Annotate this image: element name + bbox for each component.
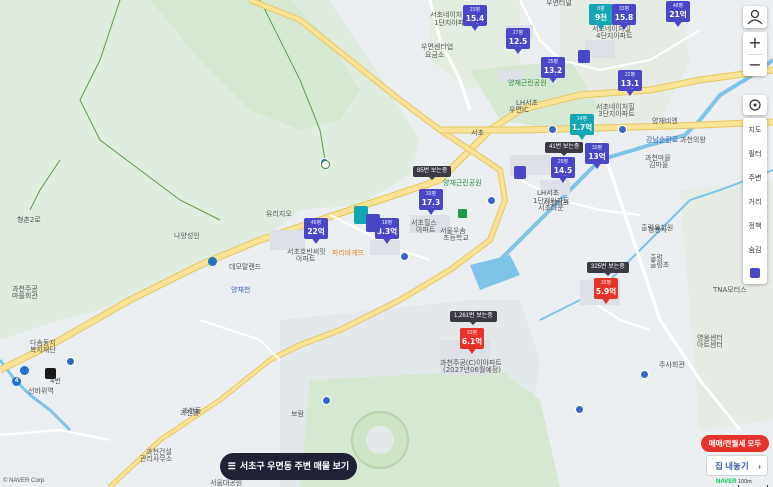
- place-label: 양재근린공원: [443, 179, 482, 187]
- place-label: 데모랄랜드: [229, 263, 262, 271]
- bus-stop-icon[interactable]: [618, 125, 627, 134]
- zoom-out-button[interactable]: −: [743, 54, 767, 76]
- school-icon[interactable]: [458, 209, 467, 218]
- listing-marker[interactable]: 23평 15.4억: [463, 5, 487, 32]
- listing-marker[interactable]: 33평 17.3억: [419, 189, 443, 216]
- station-label: 선바위역: [28, 387, 54, 395]
- viewer-count-tag: 85번 보는중: [413, 166, 452, 180]
- zoom-controls: + −: [743, 32, 767, 76]
- place-label: 보람: [291, 410, 304, 418]
- naver-logo: NAVER: [716, 479, 737, 485]
- viewer-count-tag: 41번 보는중: [545, 142, 584, 156]
- station-exit-label: 4번: [50, 377, 61, 385]
- profile-button[interactable]: [743, 6, 767, 28]
- place-label: TNA모터스: [713, 286, 747, 294]
- place-label: 서초타운: [538, 204, 564, 212]
- layer-hide-button[interactable]: 숨김: [743, 242, 767, 258]
- marker-legend-icon[interactable]: [750, 268, 760, 278]
- road-label: 강남순환로: [646, 136, 679, 144]
- place-label: 4단지아파트: [596, 32, 633, 40]
- viewer-count-tag: 325번 보는중: [587, 262, 629, 276]
- list-icon: ☰: [227, 461, 236, 471]
- place-label: 김마을: [649, 161, 669, 169]
- station-exit-icon[interactable]: [45, 368, 56, 379]
- listing-marker[interactable]: 27평 12.5억: [506, 28, 530, 55]
- place-label: 출렁유치원: [641, 224, 674, 232]
- listing-marker[interactable]: 33평 13억: [585, 143, 609, 170]
- layer-panel: 지도 필터 주변 거리 정책 숨김: [743, 118, 767, 284]
- place-label: 유리지오: [266, 210, 292, 218]
- listing-marker[interactable]: 25평 13.2억: [541, 57, 565, 84]
- place-label: 마을회관: [12, 292, 38, 300]
- road-label: 서초: [471, 129, 484, 137]
- place-label: 우면IC: [509, 106, 529, 114]
- layer-map-button[interactable]: 지도: [743, 122, 767, 138]
- listing-marker[interactable]: 8평 9천: [589, 4, 613, 31]
- road-label: 형촌2로: [17, 216, 41, 224]
- road-label: 과천의왕: [680, 136, 706, 144]
- place-label: 복지재단: [30, 346, 56, 354]
- listing-marker[interactable]: 29평 14.5억: [551, 157, 575, 184]
- place-label: 서울대공원: [210, 479, 243, 487]
- subway-station-icon[interactable]: 4: [12, 377, 21, 386]
- place-label: 아트센터: [697, 341, 723, 349]
- search-this-area-button[interactable]: ☰ 서초구 우면동 주변 매물 보기: [220, 453, 357, 480]
- subway-station-icon[interactable]: [20, 366, 29, 375]
- bus-stop-icon[interactable]: [575, 405, 584, 414]
- viewer-count-tag: 1,261번 보는중: [450, 311, 497, 325]
- listing-marker[interactable]: 22평 13.1억: [618, 70, 642, 97]
- listing-marker[interactable]: 32평 5.9억: [594, 278, 618, 305]
- place-label: 우면센터업: [421, 43, 454, 51]
- listing-cluster-icon[interactable]: [366, 214, 380, 232]
- layer-filter-button[interactable]: 필터: [743, 146, 767, 162]
- place-label: 아파트: [296, 255, 316, 263]
- place-label: 나양성인: [174, 232, 200, 240]
- listing-cluster-icon[interactable]: [514, 166, 526, 179]
- place-label: 3단지아파트: [598, 110, 635, 118]
- place-label: 출렁초: [650, 261, 670, 269]
- listing-cluster-icon[interactable]: [578, 50, 590, 63]
- current-location-button[interactable]: [743, 95, 767, 115]
- trail-node-icon: [321, 160, 330, 169]
- bus-stop-icon[interactable]: [487, 196, 496, 205]
- zoom-in-button[interactable]: +: [743, 32, 767, 54]
- map-canvas[interactable]: 우면센터업 요금소 서초네이처힐 1단지아파트 서초네이처힐 4단지아파트 서초…: [0, 0, 773, 487]
- user-icon: [747, 9, 763, 25]
- place-label: LH서초: [537, 189, 560, 197]
- chevron-right-icon: ›: [758, 461, 761, 471]
- copyright-text: © NAVER Corp.: [3, 478, 46, 484]
- place-label: 초등학교: [443, 234, 469, 242]
- place-label: 요금소: [425, 51, 445, 59]
- list-my-home-button[interactable]: 집 내놓기 ›: [706, 455, 768, 476]
- location-target-icon: [749, 99, 761, 111]
- bus-stop-icon[interactable]: [400, 252, 409, 261]
- bus-stop-icon[interactable]: [548, 125, 557, 134]
- layer-distance-button[interactable]: 거리: [743, 194, 767, 210]
- listing-marker[interactable]: 45평 22억: [304, 218, 328, 245]
- road-label: 양재천: [231, 286, 251, 294]
- place-label: (2027년06월예정): [443, 366, 501, 374]
- trade-type-filter[interactable]: 매매/전월세 모두: [701, 435, 769, 452]
- place-label: 파리바게뜨: [332, 249, 365, 257]
- bus-stop-icon[interactable]: [640, 370, 649, 379]
- bus-stop-icon[interactable]: [66, 357, 75, 366]
- layer-nearby-button[interactable]: 주변: [743, 170, 767, 186]
- listing-marker[interactable]: 33평 6.1억: [460, 328, 484, 355]
- listing-marker[interactable]: 33평 15.8억: [612, 4, 636, 31]
- listing-marker[interactable]: 48평 21억: [666, 1, 690, 28]
- place-label: 과천동: [182, 407, 202, 415]
- subway-station-icon[interactable]: [208, 257, 217, 266]
- place-label: 양재비엔: [652, 117, 678, 125]
- place-label: 우면터널: [546, 0, 572, 7]
- listing-marker[interactable]: 14평 1.7억: [570, 114, 594, 141]
- place-label: 관리사무소: [140, 455, 173, 463]
- place-label: 주사회관: [659, 361, 685, 369]
- bus-stop-icon[interactable]: [322, 396, 331, 405]
- place-label: 아파트: [416, 226, 436, 234]
- layer-policy-button[interactable]: 정책: [743, 218, 767, 234]
